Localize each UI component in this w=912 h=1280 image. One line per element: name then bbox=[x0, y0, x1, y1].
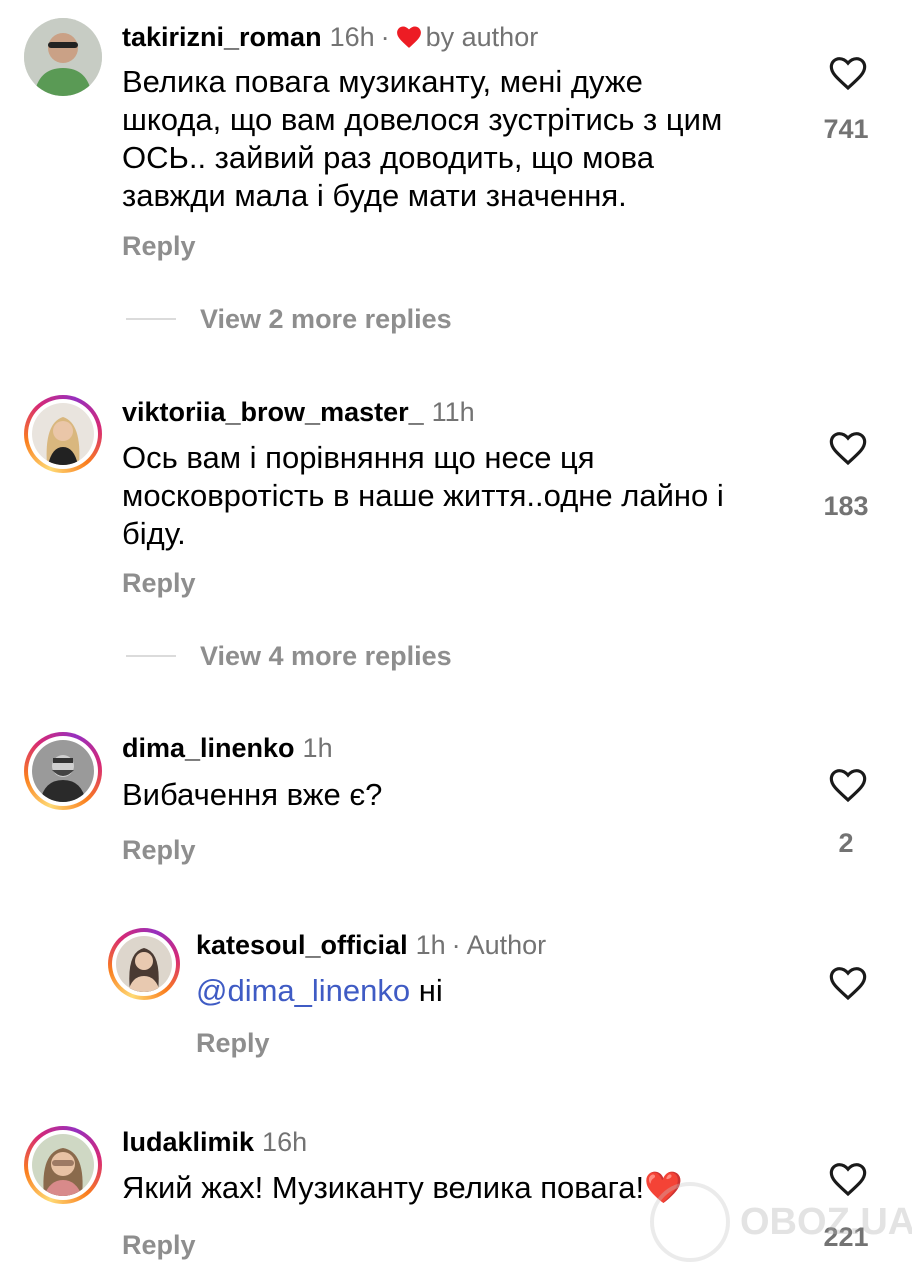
avatar[interactable] bbox=[24, 732, 102, 810]
reply-text: @dima_linenko ні bbox=[196, 973, 443, 1008]
mention-link[interactable]: @dima_linenko bbox=[196, 973, 410, 1008]
heart-outline-icon[interactable] bbox=[828, 429, 868, 467]
comment-text: Вибачення вже є? bbox=[122, 777, 383, 812]
reply-button[interactable]: Reply bbox=[122, 568, 196, 599]
like-count: 741 bbox=[823, 114, 869, 144]
reply-button[interactable]: Reply bbox=[122, 1230, 196, 1261]
reply-button[interactable]: Reply bbox=[122, 231, 196, 262]
by-author-label: by author bbox=[425, 22, 539, 52]
heart-outline-icon[interactable] bbox=[828, 54, 868, 92]
avatar[interactable] bbox=[24, 18, 102, 96]
comment-header: dima_linenko 1h bbox=[122, 731, 333, 765]
timestamp: 16h bbox=[329, 22, 375, 52]
heart-outline-icon[interactable] bbox=[828, 766, 868, 804]
heart-outline-icon[interactable] bbox=[828, 964, 868, 1002]
username[interactable]: ludaklimik bbox=[122, 1127, 254, 1157]
view-more-replies[interactable]: View 4 more replies bbox=[126, 639, 452, 673]
like-count: 183 bbox=[823, 491, 869, 521]
username[interactable]: viktoriia_brow_master_ bbox=[122, 397, 424, 427]
divider bbox=[126, 655, 176, 657]
comment-header: ludaklimik 16h bbox=[122, 1125, 307, 1159]
comment-header: viktoriia_brow_master_ 11h bbox=[122, 395, 475, 429]
reply-header: katesoul_official 1h · Author bbox=[196, 930, 547, 960]
avatar[interactable] bbox=[24, 395, 102, 473]
timestamp: 1h bbox=[415, 930, 446, 960]
watermark-logo-icon bbox=[650, 1182, 730, 1262]
watermark: OBOZ.UA bbox=[650, 1182, 912, 1262]
comment-text: Велика повага музиканту, мені дуже шкода… bbox=[122, 64, 723, 213]
author-badge: Author bbox=[466, 930, 547, 960]
avatar[interactable] bbox=[108, 928, 180, 1000]
like-count: 2 bbox=[838, 828, 854, 858]
comment-text: Ось вам і порівняння що несе ця московро… bbox=[122, 440, 724, 551]
username[interactable]: takirizni_roman bbox=[122, 22, 322, 52]
timestamp: 16h bbox=[262, 1127, 308, 1157]
comment-header: takirizni_roman 16h · by author bbox=[122, 20, 538, 57]
heart-filled-icon bbox=[396, 23, 422, 57]
avatar[interactable] bbox=[24, 1126, 102, 1204]
timestamp: 1h bbox=[302, 733, 333, 763]
divider bbox=[126, 318, 176, 320]
reply-button[interactable]: Reply bbox=[122, 835, 196, 866]
username[interactable]: katesoul_official bbox=[196, 930, 408, 960]
reply-button[interactable]: Reply bbox=[196, 1028, 270, 1059]
view-more-replies[interactable]: View 2 more replies bbox=[126, 302, 452, 336]
timestamp: 11h bbox=[431, 397, 475, 427]
username[interactable]: dima_linenko bbox=[122, 733, 295, 763]
